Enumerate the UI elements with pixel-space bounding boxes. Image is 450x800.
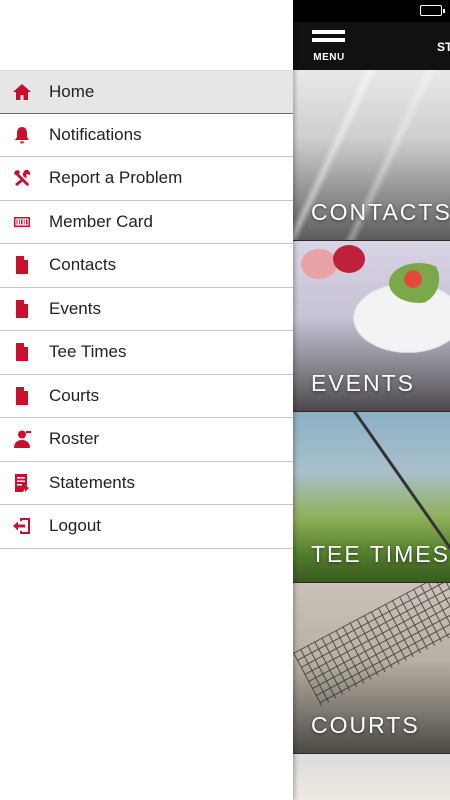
menu-item-contacts[interactable]: Contacts — [0, 244, 293, 288]
menu-item-roster[interactable]: Roster — [0, 418, 293, 462]
menu-item-label: Events — [49, 298, 101, 318]
tennis-net-image — [293, 583, 450, 706]
tile-tee-times[interactable]: TEE TIMES — [293, 412, 450, 582]
statement-icon — [11, 472, 33, 494]
battery-icon — [420, 5, 445, 16]
menu-item-label: Statements — [49, 472, 135, 492]
menu-item-events[interactable]: Events — [0, 288, 293, 331]
menu-item-label: Logout — [49, 516, 101, 536]
menu-item-member-card[interactable]: Member Card — [0, 201, 293, 244]
navigation-drawer: Home Notifications Report a Problem Memb… — [0, 0, 293, 800]
menu-item-statements[interactable]: Statements — [0, 462, 293, 505]
document-icon — [11, 341, 33, 363]
menu-item-courts[interactable]: Courts — [0, 375, 293, 418]
flower-image — [333, 245, 365, 273]
tools-icon — [11, 167, 33, 189]
menu-list: Home Notifications Report a Problem Memb… — [0, 70, 293, 549]
menu-item-label: Member Card — [49, 211, 153, 231]
document-icon — [11, 385, 33, 407]
document-icon — [11, 298, 33, 320]
menu-item-notifications[interactable]: Notifications — [0, 114, 293, 157]
menu-item-label: Tee Times — [49, 342, 127, 362]
menu-item-label: Home — [49, 81, 95, 101]
main-content: MENU ST CONTACTS EVENTS TEE TIMES COURTS — [293, 0, 450, 800]
tile-contacts[interactable]: CONTACTS — [293, 70, 450, 240]
top-app-bar: MENU ST — [293, 22, 450, 70]
home-icon — [11, 81, 33, 103]
hamburger-icon-bar — [312, 38, 345, 42]
app-title: ST — [437, 40, 450, 54]
menu-item-label: Report a Problem — [49, 168, 183, 188]
menu-button-label: MENU — [313, 52, 345, 63]
tile-partial[interactable] — [293, 754, 450, 800]
tile-label: EVENTS — [311, 370, 416, 396]
logout-icon — [11, 515, 33, 537]
flower-image — [301, 249, 337, 279]
tile-courts[interactable]: COURTS — [293, 583, 450, 753]
tile-label: TEE TIMES — [311, 541, 450, 567]
tile-label: COURTS — [311, 712, 420, 738]
menu-item-label: Notifications — [49, 124, 142, 144]
tile-events[interactable]: EVENTS — [293, 241, 450, 411]
person-icon — [11, 428, 33, 450]
salad-image — [389, 263, 449, 303]
tile-label: CONTACTS — [311, 199, 450, 225]
menu-item-label: Contacts — [49, 255, 117, 275]
barcode-icon — [11, 211, 33, 233]
hamburger-icon — [312, 30, 345, 34]
bell-icon — [11, 124, 33, 146]
menu-item-tee-times[interactable]: Tee Times — [0, 331, 293, 375]
drawer-header — [0, 0, 293, 70]
menu-item-logout[interactable]: Logout — [0, 505, 293, 549]
status-bar — [293, 0, 450, 22]
document-icon — [11, 254, 33, 276]
menu-item-label: Courts — [49, 385, 100, 405]
menu-item-home[interactable]: Home — [0, 70, 293, 114]
menu-item-label: Roster — [49, 429, 100, 449]
menu-item-report-problem[interactable]: Report a Problem — [0, 157, 293, 201]
menu-button[interactable]: MENU — [307, 28, 351, 66]
